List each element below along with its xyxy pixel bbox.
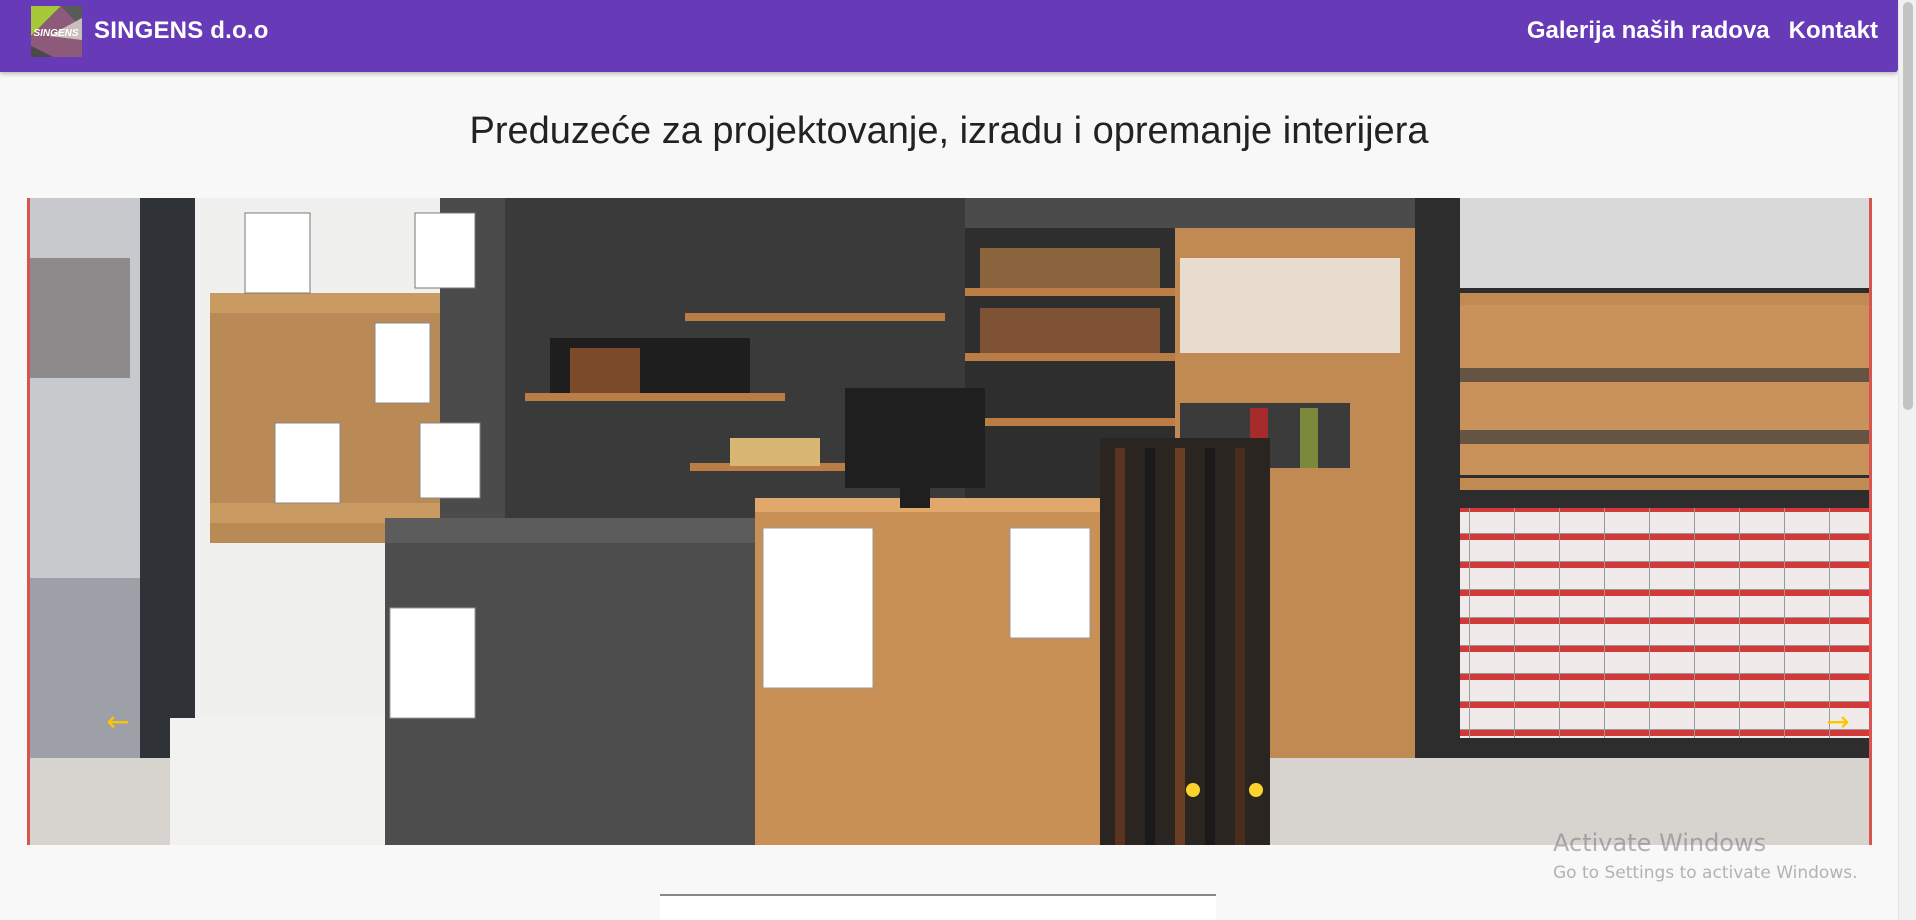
- carousel-dot-1[interactable]: [1186, 783, 1200, 797]
- scrollbar-thumb[interactable]: [1903, 2, 1913, 410]
- watermark-title: Activate Windows: [1553, 829, 1767, 857]
- arrow-right-icon: →: [1826, 704, 1850, 738]
- logo-text: SINGENS: [33, 28, 78, 39]
- page-scrollbar[interactable]: [1898, 0, 1916, 920]
- carousel-next-button[interactable]: →: [1823, 703, 1853, 739]
- image-carousel: ← →: [27, 198, 1872, 845]
- carousel-prev-button[interactable]: ←: [103, 703, 133, 739]
- arrow-left-icon: ←: [106, 704, 130, 738]
- windows-activation-watermark: Activate Windows Go to Settings to activ…: [1553, 829, 1858, 883]
- top-app-bar: SINGENS SINGENS d.o.o Galerija naših rad…: [0, 0, 1898, 72]
- brand-name: SINGENS d.o.o: [94, 17, 269, 44]
- page-title: Preduzeće za projektovanje, izradu i opr…: [469, 110, 1429, 152]
- carousel-dot-2[interactable]: [1249, 783, 1263, 797]
- nav-link-gallery[interactable]: Galerija naših radova: [1527, 17, 1770, 45]
- main-nav: Galerija naših radova Kontakt: [1527, 17, 1878, 45]
- nav-link-contact[interactable]: Kontakt: [1789, 17, 1878, 45]
- carousel-indicators: [1186, 783, 1263, 797]
- company-logo: SINGENS: [31, 5, 82, 57]
- watermark-subtitle: Go to Settings to activate Windows.: [1553, 863, 1858, 883]
- brand-home-link[interactable]: SINGENS SINGENS d.o.o: [31, 0, 269, 72]
- next-section-card: [660, 894, 1216, 920]
- carousel-slide-image: [30, 198, 1869, 845]
